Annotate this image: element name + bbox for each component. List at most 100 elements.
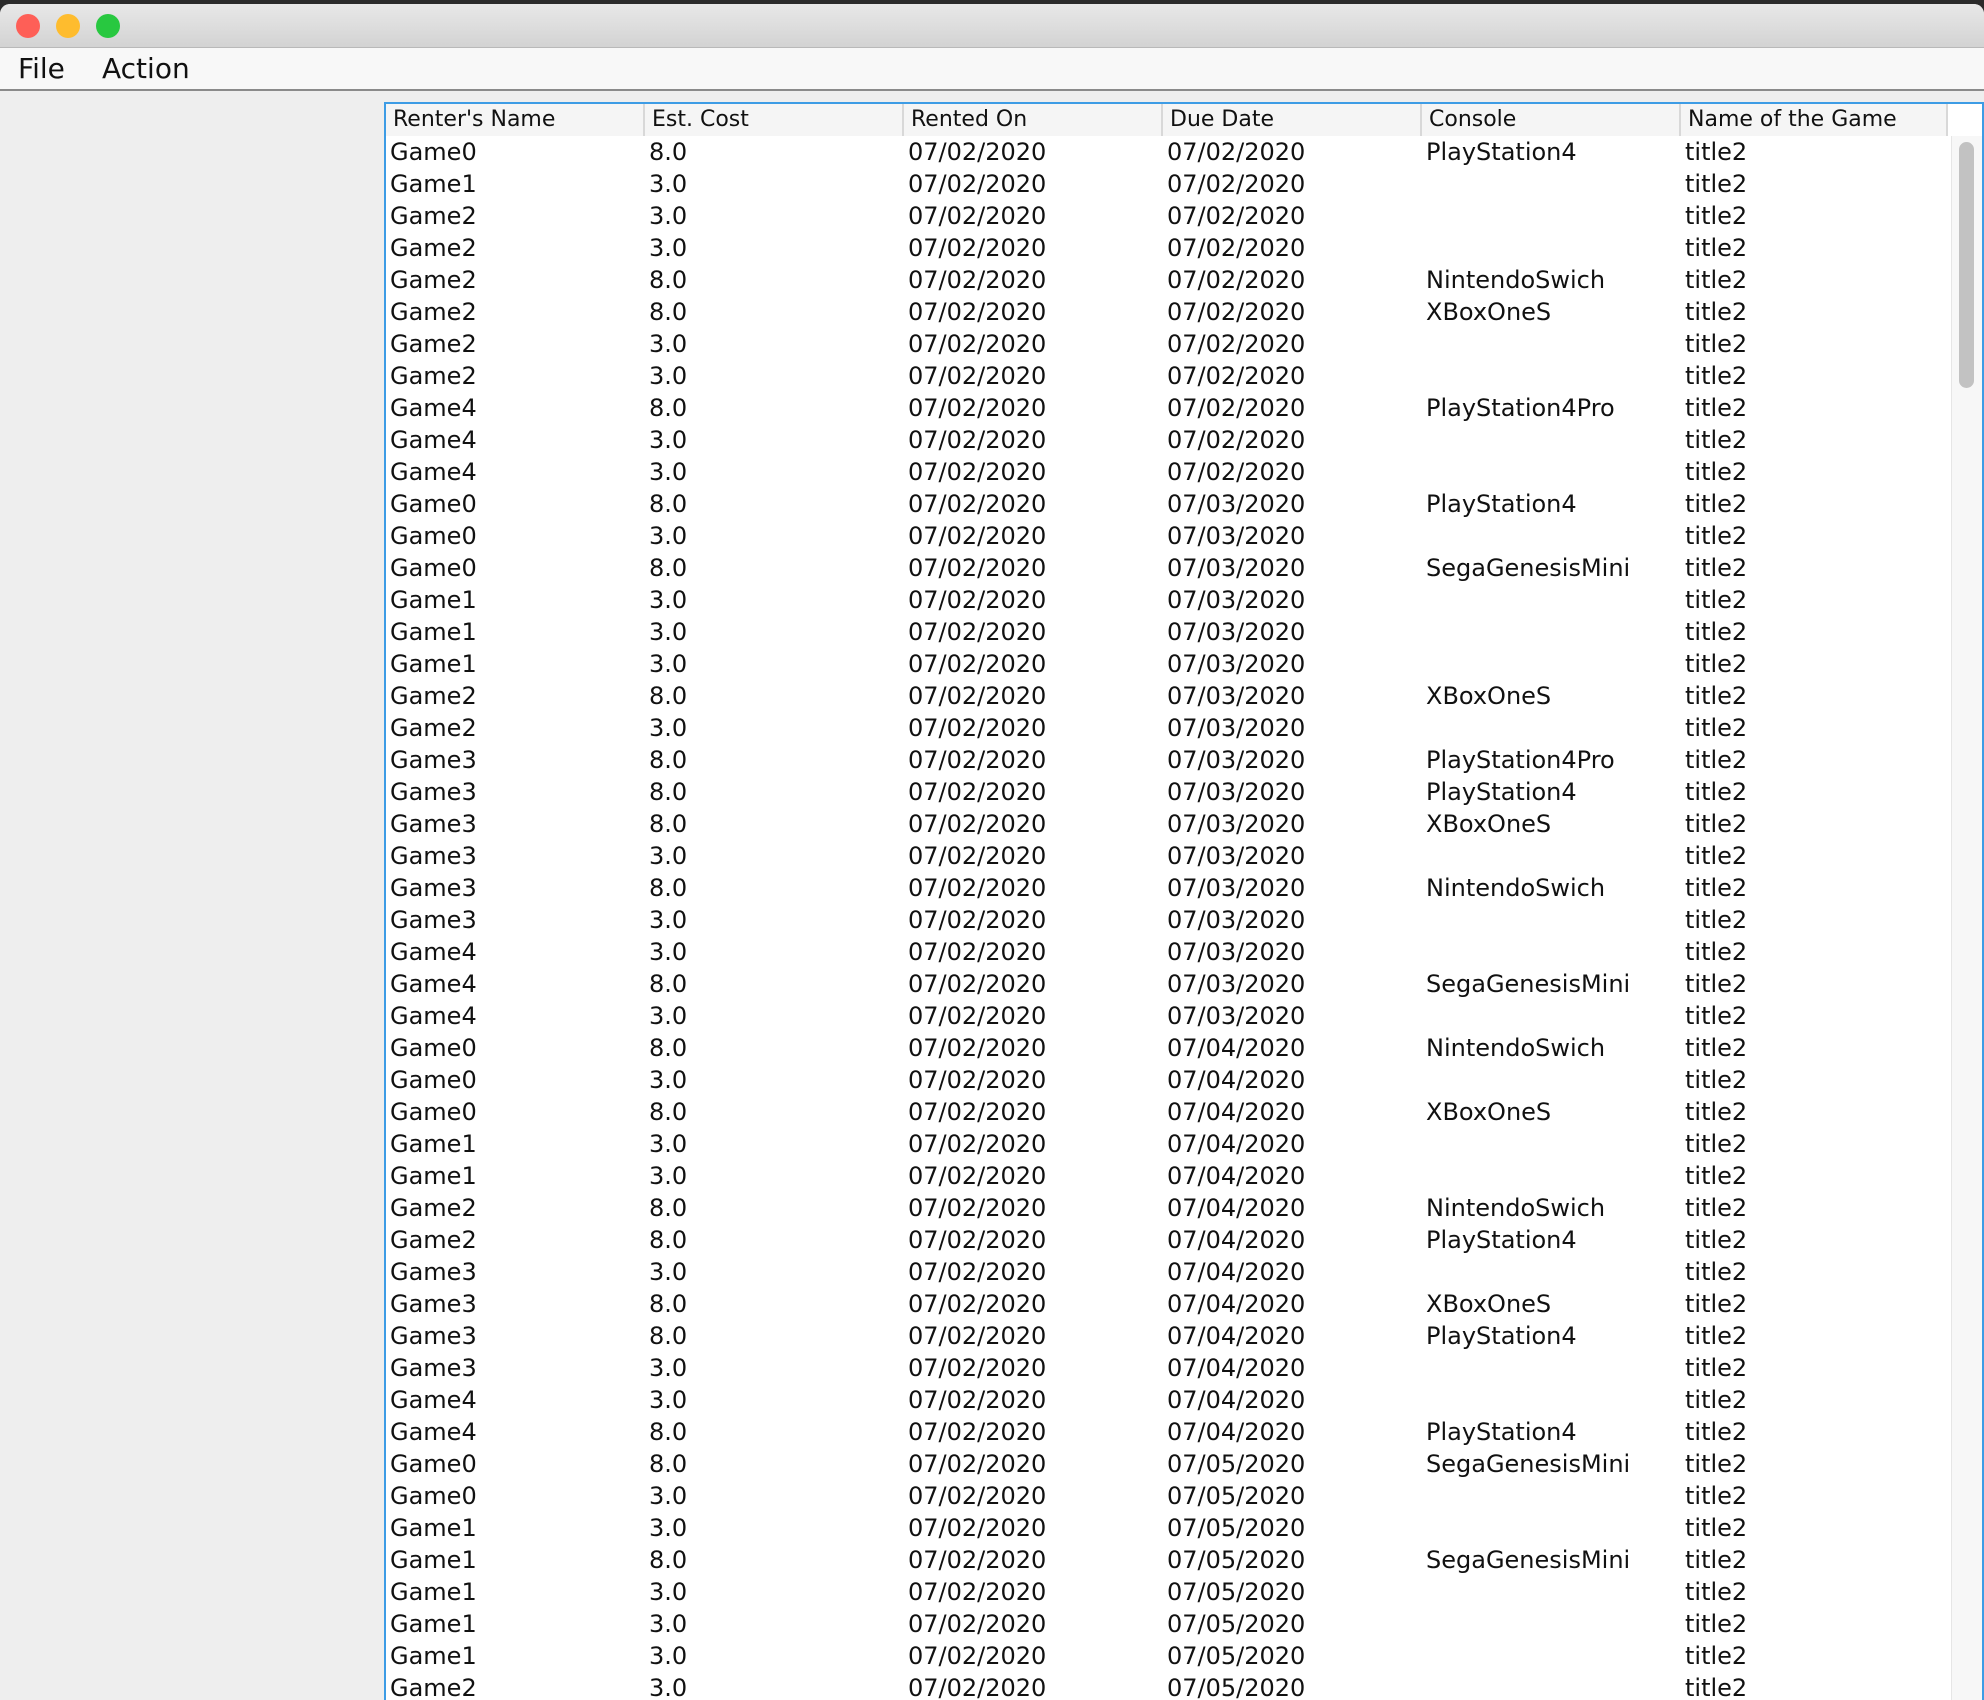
table-body: Game0 8.0 07/02/2020 07/02/2020 PlayStation4… [386,136,1948,1700]
table-row[interactable]: Game3 3.0 07/02/2020 07/03/2020 title2 [386,904,1948,936]
table-row[interactable]: Game1 3.0 07/02/2020 07/02/2020 title2 [386,168,1948,200]
table-row[interactable]: Game0 8.0 07/02/2020 07/04/2020 NintendoSwic… [386,1032,1948,1064]
cell-est-cost: 8.0 [649,810,688,838]
cell-rented-on: 07/02/2020 [908,1098,1047,1126]
vertical-scrollbar[interactable] [1951,136,1982,1700]
cell-rented-on: 07/02/2020 [908,1642,1047,1670]
table-row[interactable]: Game4 8.0 07/02/2020 07/03/2020 SegaGenesisM… [386,968,1948,1000]
cell-game-name: title2 [1685,1450,1748,1478]
cell-due-date: 07/05/2020 [1167,1642,1306,1670]
cell-console: NintendoSwich [1426,266,1606,294]
table-row[interactable]: Game2 8.0 07/02/2020 07/04/2020 PlayStation4… [386,1224,1948,1256]
cell-console [1422,424,1681,456]
table-row[interactable]: Game4 3.0 07/02/2020 07/02/2020 title2 [386,424,1948,456]
cell-console [1422,1608,1681,1640]
table-row[interactable]: Game4 8.0 07/02/2020 07/02/2020 PlayStation4… [386,392,1948,424]
cell-est-cost: 3.0 [649,586,688,614]
table-row[interactable]: Game3 8.0 07/02/2020 07/04/2020 XBoxOneS titl… [386,1288,1948,1320]
table-row[interactable]: Game3 3.0 07/02/2020 07/04/2020 title2 [386,1256,1948,1288]
table-row[interactable]: Game0 3.0 07/02/2020 07/05/2020 title2 [386,1480,1948,1512]
cell-rented-on: 07/02/2020 [908,970,1047,998]
table-row[interactable]: Game3 8.0 07/02/2020 07/03/2020 NintendoSwic… [386,872,1948,904]
cell-est-cost: 3.0 [649,714,688,742]
cell-game-name: title2 [1685,1226,1748,1254]
table-row[interactable]: Game2 3.0 07/02/2020 07/03/2020 title2 [386,712,1948,744]
table-row[interactable]: Game1 3.0 07/02/2020 07/05/2020 title2 [386,1576,1948,1608]
table-row[interactable]: Game0 8.0 07/02/2020 07/04/2020 XBoxOneS titl… [386,1096,1948,1128]
table-row[interactable]: Game3 3.0 07/02/2020 07/03/2020 title2 [386,840,1948,872]
cell-renters-name: Game0 [390,522,477,550]
table-row[interactable]: Game0 8.0 07/02/2020 07/02/2020 PlayStation4… [386,136,1948,168]
column-header-rented-on[interactable]: Rented On [904,104,1163,136]
table-row[interactable]: Game0 8.0 07/02/2020 07/05/2020 SegaGenesisM… [386,1448,1948,1480]
cell-game-name: title2 [1685,1162,1748,1190]
table-row[interactable]: Game1 3.0 07/02/2020 07/03/2020 title2 [386,584,1948,616]
table-row[interactable]: Game2 8.0 07/02/2020 07/02/2020 XBoxOneS titl… [386,296,1948,328]
table-row[interactable]: Game1 3.0 07/02/2020 07/03/2020 title2 [386,648,1948,680]
table-row[interactable]: Game4 3.0 07/02/2020 07/03/2020 title2 [386,936,1948,968]
cell-est-cost: 8.0 [649,1194,688,1222]
table-row[interactable]: Game3 8.0 07/02/2020 07/03/2020 XBoxOneS titl… [386,808,1948,840]
close-window-icon[interactable] [16,14,40,38]
cell-est-cost: 3.0 [649,1674,688,1700]
minimize-window-icon[interactable] [56,14,80,38]
table-row[interactable]: Game2 8.0 07/02/2020 07/02/2020 NintendoSwic… [386,264,1948,296]
table-row[interactable]: Game2 8.0 07/02/2020 07/04/2020 NintendoSwic… [386,1192,1948,1224]
table-row[interactable]: Game2 3.0 07/02/2020 07/02/2020 title2 [386,200,1948,232]
table-row[interactable]: Game2 8.0 07/02/2020 07/03/2020 XBoxOneS titl… [386,680,1948,712]
table-row[interactable]: Game4 8.0 07/02/2020 07/04/2020 PlayStation4… [386,1416,1948,1448]
cell-est-cost: 3.0 [649,330,688,358]
maximize-window-icon[interactable] [96,14,120,38]
table-row[interactable]: Game3 3.0 07/02/2020 07/04/2020 title2 [386,1352,1948,1384]
cell-console [1422,1512,1681,1544]
menu-file[interactable]: File [18,52,65,86]
table-row[interactable]: Game4 3.0 07/02/2020 07/04/2020 title2 [386,1384,1948,1416]
table-row[interactable]: Game0 8.0 07/02/2020 07/03/2020 SegaGenesisM… [386,552,1948,584]
scrollbar-thumb[interactable] [1959,142,1974,388]
column-header-renters-name[interactable]: Renter's Name [386,104,645,136]
table-row[interactable]: Game1 8.0 07/02/2020 07/05/2020 SegaGenesisM… [386,1544,1948,1576]
table-row[interactable]: Game3 8.0 07/02/2020 07/03/2020 PlayStation4… [386,744,1948,776]
table-row[interactable]: Game0 8.0 07/02/2020 07/03/2020 PlayStation4… [386,488,1948,520]
table-row[interactable]: Game2 3.0 07/02/2020 07/02/2020 title2 [386,232,1948,264]
cell-console [1422,360,1681,392]
table-row[interactable]: Game4 3.0 07/02/2020 07/03/2020 title2 [386,1000,1948,1032]
cell-console [1422,200,1681,232]
table-row[interactable]: Game3 8.0 07/02/2020 07/04/2020 PlayStation4… [386,1320,1948,1352]
cell-renters-name: Game4 [390,938,477,966]
menu-action[interactable]: Action [102,52,190,86]
table-row[interactable]: Game1 3.0 07/02/2020 07/04/2020 title2 [386,1128,1948,1160]
table-row[interactable]: Game2 3.0 07/02/2020 07/02/2020 title2 [386,328,1948,360]
table-row[interactable]: Game1 3.0 07/02/2020 07/03/2020 title2 [386,616,1948,648]
cell-due-date: 07/03/2020 [1167,554,1306,582]
cell-rented-on: 07/02/2020 [908,234,1047,262]
cell-renters-name: Game3 [390,1354,477,1382]
cell-renters-name: Game2 [390,1226,477,1254]
cell-rented-on: 07/02/2020 [908,1162,1047,1190]
cell-game-name: title2 [1685,234,1748,262]
cell-due-date: 07/04/2020 [1167,1098,1306,1126]
table-row[interactable]: Game1 3.0 07/02/2020 07/05/2020 title2 [386,1640,1948,1672]
column-header-due-date[interactable]: Due Date [1163,104,1422,136]
cell-due-date: 07/04/2020 [1167,1290,1306,1318]
table-row[interactable]: Game0 3.0 07/02/2020 07/03/2020 title2 [386,520,1948,552]
cell-est-cost: 3.0 [649,426,688,454]
table-row[interactable]: Game1 3.0 07/02/2020 07/04/2020 title2 [386,1160,1948,1192]
table-row[interactable]: Game0 3.0 07/02/2020 07/04/2020 title2 [386,1064,1948,1096]
cell-rented-on: 07/02/2020 [908,682,1047,710]
table-row[interactable]: Game2 3.0 07/02/2020 07/02/2020 title2 [386,360,1948,392]
cell-console: PlayStation4Pro [1426,746,1615,774]
cell-console [1422,1352,1681,1384]
column-header-est-cost[interactable]: Est. Cost [645,104,904,136]
table-row[interactable]: Game3 8.0 07/02/2020 07/03/2020 PlayStation4… [386,776,1948,808]
column-header-console[interactable]: Console [1422,104,1681,136]
cell-console [1422,616,1681,648]
column-header-game-name[interactable]: Name of the Game [1681,104,1948,136]
table-row[interactable]: Game4 3.0 07/02/2020 07/02/2020 title2 [386,456,1948,488]
table-row[interactable]: Game1 3.0 07/02/2020 07/05/2020 title2 [386,1608,1948,1640]
table-row[interactable]: Game2 3.0 07/02/2020 07/05/2020 title2 [386,1672,1948,1700]
cell-est-cost: 3.0 [649,906,688,934]
cell-renters-name: Game1 [390,1578,477,1606]
table-row[interactable]: Game1 3.0 07/02/2020 07/05/2020 title2 [386,1512,1948,1544]
cell-est-cost: 8.0 [649,1226,688,1254]
